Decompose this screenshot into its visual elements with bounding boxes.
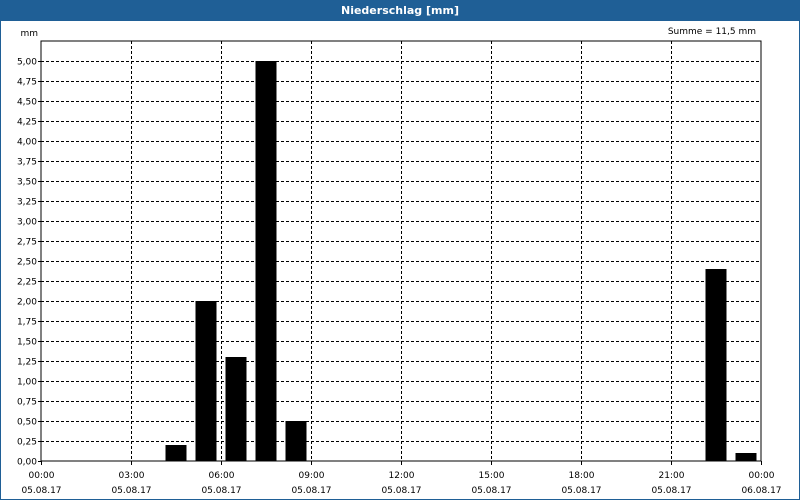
y-tick-label: 3,25 xyxy=(17,198,37,208)
sum-annotation: Summe = 11,5 mm xyxy=(668,27,756,37)
x-tick-label-date: 06.08.17 xyxy=(741,486,781,496)
y-tick-label: 4,00 xyxy=(17,138,37,148)
bar xyxy=(225,357,247,461)
bar xyxy=(285,421,307,461)
x-tick-label-time: 18:00 xyxy=(569,471,595,481)
bar xyxy=(735,453,757,461)
x-tick-label-time: 06:00 xyxy=(209,471,235,481)
y-tick-label: 1,75 xyxy=(17,318,37,328)
x-tick-label-time: 03:00 xyxy=(119,471,145,481)
bar xyxy=(165,445,187,461)
y-tick-label: 4,50 xyxy=(17,98,37,108)
y-tick-label: 3,75 xyxy=(17,158,37,168)
y-tick-label: 1,25 xyxy=(17,358,37,368)
y-tick-label: 2,50 xyxy=(17,258,37,268)
precipitation-chart: 0,00 0,25 0,50 0,75 1,00 1,25 1,50 1,75 2,00 2,25… xyxy=(17,27,782,496)
y-tick-label: 2,00 xyxy=(17,298,37,308)
y-tick-label: 2,75 xyxy=(17,238,37,248)
x-tick-label-time: 00:00 xyxy=(29,471,55,481)
y-tick-label: 1,00 xyxy=(17,378,37,388)
y-axis-label: mm xyxy=(20,29,38,39)
y-tick-label: 0,25 xyxy=(17,438,37,448)
x-tick-label-date: 05.08.17 xyxy=(381,486,421,496)
x-tick-label-date: 05.08.17 xyxy=(561,486,601,496)
y-tick-label: 3,00 xyxy=(17,218,37,228)
x-tick-label-time: 12:00 xyxy=(389,471,415,481)
x-tick-label-time: 00:00 xyxy=(749,471,775,481)
bar xyxy=(705,269,727,461)
bar xyxy=(195,301,217,461)
x-tick-label-date: 05.08.17 xyxy=(111,486,151,496)
y-tick-label: 0,50 xyxy=(17,418,37,428)
x-tick-label-date: 05.08.17 xyxy=(201,486,241,496)
x-tick-label-time: 21:00 xyxy=(659,471,685,481)
x-tick-label-time: 15:00 xyxy=(479,471,505,481)
x-tick-label-time: 09:00 xyxy=(299,471,325,481)
x-tick-label-date: 05.08.17 xyxy=(651,486,691,496)
y-tick-label: 2,25 xyxy=(17,278,37,288)
x-tick-label-date: 05.08.17 xyxy=(291,486,331,496)
y-tick-label: 0,00 xyxy=(17,458,37,468)
y-tick-label: 4,25 xyxy=(17,118,37,128)
x-tick-label-date: 05.08.17 xyxy=(471,486,511,496)
chart-window: Niederschlag [mm] 0,00 0,25 0,50 0,75 1,00 1,… xyxy=(0,0,800,500)
y-tick-label: 5,00 xyxy=(17,58,37,68)
y-tick-label: 3,50 xyxy=(17,178,37,188)
bar xyxy=(255,61,277,461)
x-tick-label-date: 05.08.17 xyxy=(21,486,61,496)
y-tick-label: 0,75 xyxy=(17,398,37,408)
y-tick-label: 1,50 xyxy=(17,338,37,348)
y-tick-label: 4,75 xyxy=(17,78,37,88)
